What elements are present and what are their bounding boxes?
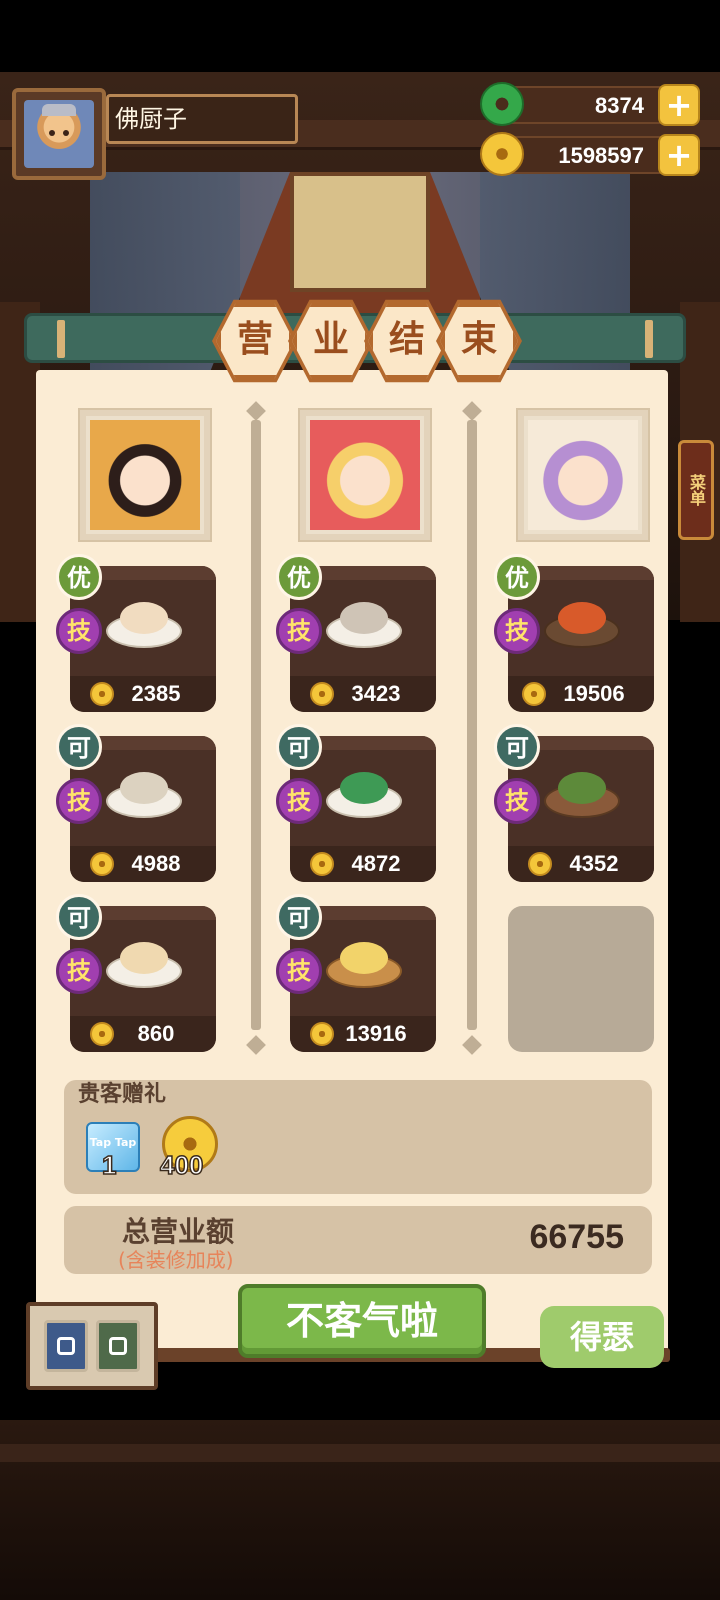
grade-badge: 可: [276, 724, 322, 770]
grade-badge: 优: [494, 554, 540, 600]
coin-icon: [480, 132, 524, 176]
bear-avatar-icon: [24, 100, 94, 168]
dish-price: 4872: [351, 851, 401, 876]
column-divider: [467, 420, 477, 1030]
green-vegetable-bowl-icon: [324, 758, 404, 820]
egg-bowl-platter-icon: [324, 928, 404, 990]
grade-badge: 可: [276, 894, 322, 940]
dish-price: 860: [137, 1021, 175, 1046]
dish-price: 2385: [131, 681, 181, 706]
chicken-soup-icon: [104, 928, 184, 990]
guest-empress-icon: [90, 420, 200, 530]
stuffed-peppers-platter-icon: [542, 588, 622, 650]
floor: [0, 1420, 720, 1600]
skill-badge: 技: [494, 778, 540, 824]
guest-portrait-1: [80, 410, 210, 540]
cucumber-rolls-icon: [542, 758, 622, 820]
grade-badge: 可: [56, 724, 102, 770]
guest-blonde-girl-icon: [310, 420, 420, 530]
gift-count: 1: [101, 1149, 117, 1181]
skill-badge: 技: [276, 608, 322, 654]
skill-badge: 技: [56, 948, 102, 994]
skill-badge: 技: [56, 778, 102, 824]
grade-badge: 优: [276, 554, 322, 600]
guest-portrait-3: [518, 410, 648, 540]
clam-dish-icon: [104, 758, 184, 820]
add-coins-button[interactable]: +: [658, 134, 700, 176]
guest-portrait-2: [300, 410, 430, 540]
gift-coin-amount: 400: [159, 1149, 204, 1181]
jade-counter: 8374 +: [480, 82, 700, 126]
dish-price: 4988: [131, 851, 181, 876]
dish-price: 13916: [345, 1021, 407, 1046]
steamed-bun-icon: [104, 588, 184, 650]
camera-buttons: [26, 1302, 158, 1390]
grade-badge: 可: [56, 894, 102, 940]
coin-counter: 1598597 +: [480, 132, 700, 176]
skill-badge: 技: [276, 948, 322, 994]
jade-icon: [480, 82, 524, 126]
camera-icon[interactable]: [44, 1320, 88, 1372]
skill-badge: 技: [494, 608, 540, 654]
dish-price: 4352: [569, 851, 619, 876]
dish-price: 19506: [563, 681, 625, 706]
grade-badge: 可: [494, 724, 540, 770]
player-avatar[interactable]: [12, 88, 106, 180]
guest-purple-hair-girl-icon: [528, 420, 638, 530]
show-off-button[interactable]: 得瑟: [540, 1306, 664, 1368]
camera-icon[interactable]: [96, 1320, 140, 1372]
player-name: 佛厨子: [106, 94, 298, 144]
taptap-label: Tap Tap: [89, 1136, 137, 1149]
floor-rail: [0, 1444, 720, 1462]
menu-side-tab[interactable]: 菜单: [678, 440, 714, 540]
confirm-button[interactable]: 不客气啦: [238, 1284, 486, 1358]
total-revenue-value: 66755: [529, 1218, 624, 1256]
grade-badge: 优: [56, 554, 102, 600]
porridge-bowl-icon: [324, 588, 404, 650]
coin-amount: 1598597: [558, 143, 644, 168]
skill-badge: 技: [276, 778, 322, 824]
jade-amount: 8374: [595, 93, 644, 118]
add-jade-button[interactable]: +: [658, 84, 700, 126]
empty-dish-slot: [508, 906, 654, 1052]
wall-scroll: [290, 172, 430, 292]
total-revenue-note: (含装修加成): [118, 1248, 234, 1272]
gift-title: 贵客赠礼: [78, 1082, 167, 1107]
skill-badge: 技: [56, 608, 102, 654]
column-divider: [251, 420, 261, 1030]
dish-price: 3423: [351, 681, 401, 706]
